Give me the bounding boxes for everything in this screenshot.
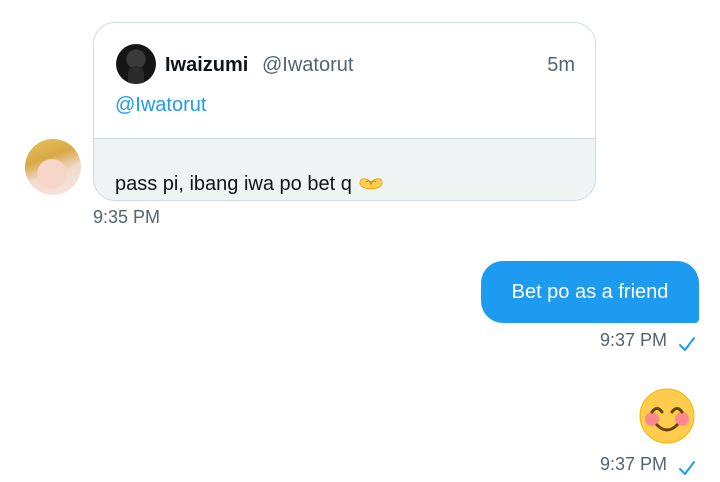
heart-hands-icon bbox=[358, 173, 384, 197]
sent-message-bubble[interactable]: Bet po as a friend bbox=[481, 261, 699, 323]
quoted-tweet-card[interactable]: Iwaizumi @Iwatorut 5m @Iwatorut pass pi,… bbox=[93, 22, 596, 201]
sender-avatar[interactable] bbox=[25, 139, 81, 195]
author-handle[interactable]: @Iwatorut bbox=[262, 53, 353, 77]
reply-message-area: pass pi, ibang iwa po bet q bbox=[94, 139, 595, 200]
author-avatar[interactable] bbox=[116, 44, 156, 84]
quoted-tweet-header: Iwaizumi @Iwatorut 5m @Iwatorut bbox=[94, 23, 595, 139]
message-time: 9:37 PM bbox=[599, 454, 667, 474]
check-icon bbox=[678, 335, 696, 358]
reply-text: pass pi, ibang iwa po bet q bbox=[115, 173, 352, 195]
message-time: 9:35 PM bbox=[93, 207, 161, 227]
author-name[interactable]: Iwaizumi bbox=[165, 53, 248, 77]
message-time: 9:37 PM bbox=[599, 330, 667, 350]
check-icon bbox=[678, 459, 696, 482]
smiling-face-with-smiling-eyes-emoji[interactable] bbox=[639, 388, 695, 449]
reply-message: pass pi, ibang iwa po bet q bbox=[115, 172, 384, 197]
mention-link[interactable]: @Iwatorut bbox=[115, 93, 206, 117]
tweet-time[interactable]: 5m bbox=[547, 53, 575, 77]
